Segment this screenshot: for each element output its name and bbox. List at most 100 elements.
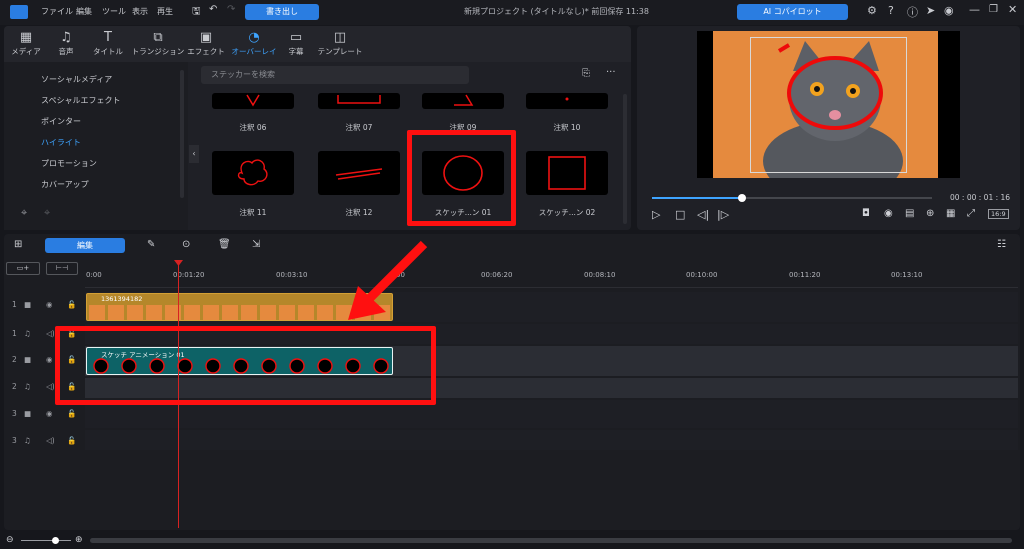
subtitle-toggle-icon[interactable]: ▤ bbox=[905, 208, 914, 219]
timeline-ruler[interactable] bbox=[85, 262, 1018, 288]
timeline-horizontal-scrollbar[interactable] bbox=[90, 538, 1012, 543]
sticker-thumb-annotation-11[interactable] bbox=[212, 151, 294, 195]
track-header[interactable]: 3 ■ ◉ 🔓 bbox=[4, 409, 84, 429]
export-clip-icon[interactable]: ⇲ bbox=[252, 239, 260, 250]
tab-subtitle[interactable]: ▭ 字幕 bbox=[274, 30, 318, 57]
sticker-art bbox=[565, 97, 569, 101]
more-options-icon[interactable]: ··· bbox=[606, 67, 616, 78]
lock-icon[interactable]: 🔓 bbox=[67, 409, 76, 418]
visibility-icon[interactable]: ◉ bbox=[46, 355, 53, 364]
volume-icon[interactable]: ◁) bbox=[46, 329, 55, 338]
app-logo-icon bbox=[10, 5, 28, 19]
category-list: ソーシャルメディア スペシャルエフェクト ポインター ハイライト プロモーション… bbox=[4, 62, 188, 230]
delete-icon[interactable]: 🗑 bbox=[218, 239, 231, 250]
add-track-button[interactable]: ▭+ bbox=[6, 262, 40, 275]
account-icon[interactable]: ◉ bbox=[944, 4, 954, 17]
category-highlight[interactable]: ハイライト bbox=[41, 137, 81, 148]
tab-media[interactable]: ▦ メディア bbox=[4, 30, 48, 57]
tab-title[interactable]: T タイトル bbox=[86, 30, 130, 57]
redo-icon[interactable]: ↷ bbox=[227, 4, 235, 15]
zoom-in-icon[interactable]: ⊕ bbox=[75, 535, 83, 545]
timeline-menu-icon[interactable]: ⊞ bbox=[14, 239, 22, 250]
tab-audio[interactable]: ♫ 音声 bbox=[44, 30, 88, 57]
sticker-thumb-sketch-animation-02[interactable] bbox=[526, 151, 608, 195]
lock-icon[interactable]: 🔓 bbox=[67, 436, 76, 445]
mask-icon[interactable]: ⊙ bbox=[182, 239, 190, 250]
fullscreen-icon[interactable]: ⤢ bbox=[967, 208, 975, 219]
restore-icon[interactable]: ❐ bbox=[989, 4, 998, 15]
audio-track-icon: ♫ bbox=[24, 329, 31, 338]
volume-icon[interactable]: ◁) bbox=[46, 382, 55, 391]
menu-edit[interactable]: 編集 bbox=[76, 6, 92, 17]
layout-icon[interactable]: ▦ bbox=[946, 208, 955, 219]
volume-icon[interactable]: ◁) bbox=[46, 436, 55, 445]
overlay-icon: ◔ bbox=[248, 30, 260, 45]
add-tag-icon[interactable]: ⌖ bbox=[21, 206, 27, 220]
sticker-label: 注釈 10 bbox=[553, 123, 581, 132]
tab-template[interactable]: ◫ テンプレート bbox=[316, 30, 364, 57]
sticker-search-input[interactable]: ステッカーを検索 bbox=[201, 66, 469, 84]
remove-tag-icon[interactable]: ⌖ bbox=[44, 206, 50, 220]
preview-progress-handle[interactable] bbox=[737, 194, 746, 202]
settings-icon[interactable]: ⚙ bbox=[867, 4, 877, 17]
window-title: 新規プロジェクト (タイトルなし)* 前回保存 11:38 bbox=[464, 7, 649, 16]
sticker-thumb-annotation-09[interactable] bbox=[422, 93, 504, 109]
next-frame-icon[interactable]: |▷ bbox=[717, 208, 729, 221]
zoom-slider-handle[interactable] bbox=[52, 537, 59, 544]
library-scrollbar[interactable] bbox=[623, 94, 627, 224]
sticker-art bbox=[335, 168, 383, 180]
audio-track-icon: ♫ bbox=[24, 382, 31, 391]
import-icon[interactable]: ⎘ bbox=[582, 68, 590, 79]
zoom-out-icon[interactable]: ⊖ bbox=[6, 535, 14, 545]
fit-timeline-button[interactable]: ⊢⊣ bbox=[46, 262, 78, 275]
selection-frame[interactable] bbox=[750, 37, 907, 173]
undo-icon[interactable]: ↶ bbox=[209, 4, 217, 15]
sticker-thumb-annotation-12[interactable] bbox=[318, 151, 400, 195]
prev-frame-icon[interactable]: ◁| bbox=[697, 208, 709, 221]
lock-icon[interactable]: 🔓 bbox=[67, 300, 76, 309]
quality-icon[interactable]: ◉ bbox=[884, 208, 893, 219]
menu-file[interactable]: ファイル bbox=[41, 6, 73, 17]
category-scrollbar[interactable] bbox=[180, 70, 184, 198]
sticker-thumb-annotation-10[interactable] bbox=[526, 93, 608, 109]
track-header[interactable]: 3 ♫ ◁) 🔓 bbox=[4, 436, 84, 456]
ruler-label: 00:10:00 bbox=[686, 271, 718, 279]
stop-icon[interactable]: □ bbox=[675, 208, 685, 221]
export-button[interactable]: 書き出し bbox=[245, 4, 319, 20]
help-icon[interactable]: ? bbox=[888, 4, 894, 17]
visibility-icon[interactable]: ◉ bbox=[46, 409, 53, 418]
sticker-thumb-annotation-07[interactable] bbox=[318, 93, 400, 109]
share-icon[interactable]: ➤ bbox=[926, 4, 935, 17]
track-manager-icon[interactable]: ☷ bbox=[997, 239, 1006, 250]
tab-transition[interactable]: ⧉ トランジション bbox=[130, 30, 186, 57]
save-icon[interactable]: 🖫 bbox=[192, 4, 201, 21]
category-promotion[interactable]: プロモーション bbox=[41, 158, 97, 169]
minimize-icon[interactable]: — bbox=[969, 3, 980, 16]
sticker-thumb-annotation-06[interactable] bbox=[212, 93, 294, 109]
tab-overlay[interactable]: ◔ オーバーレイ bbox=[228, 30, 280, 57]
snapshot-icon[interactable]: ◘ bbox=[862, 208, 870, 219]
track-lane[interactable] bbox=[85, 430, 1018, 450]
collapse-panel-icon[interactable]: ‹ bbox=[189, 145, 199, 163]
pen-icon[interactable]: ✎ bbox=[147, 239, 155, 250]
menu-playback[interactable]: 再生 bbox=[157, 6, 173, 17]
zoom-icon[interactable]: ⊕ bbox=[926, 208, 934, 219]
menu-tools[interactable]: ツール bbox=[102, 6, 126, 17]
aspect-ratio-badge[interactable]: 16:9 bbox=[988, 209, 1009, 219]
edit-button[interactable]: 編集 bbox=[45, 238, 125, 253]
category-social-media[interactable]: ソーシャルメディア bbox=[41, 74, 112, 85]
visibility-icon[interactable]: ◉ bbox=[46, 300, 53, 309]
category-pointer[interactable]: ポインター bbox=[41, 116, 81, 127]
play-icon[interactable]: ▷ bbox=[652, 208, 660, 221]
info-icon[interactable]: ⓘ bbox=[907, 4, 918, 20]
ai-copilot-button[interactable]: AI コパイロット bbox=[737, 4, 848, 20]
menu-view[interactable]: 表示 bbox=[132, 6, 148, 17]
clip-title: 1361394182 bbox=[101, 295, 143, 303]
category-cover-up[interactable]: カバーアップ bbox=[41, 179, 89, 190]
close-icon[interactable]: ✕ bbox=[1008, 3, 1017, 16]
category-special-effects[interactable]: スペシャルエフェクト bbox=[41, 95, 120, 106]
tab-effect[interactable]: ▣ エフェクト bbox=[184, 30, 228, 57]
track-header[interactable]: 1 ■ ◉ 🔓 bbox=[4, 300, 84, 320]
sticker-art bbox=[337, 95, 381, 104]
zoom-slider[interactable] bbox=[21, 540, 71, 541]
